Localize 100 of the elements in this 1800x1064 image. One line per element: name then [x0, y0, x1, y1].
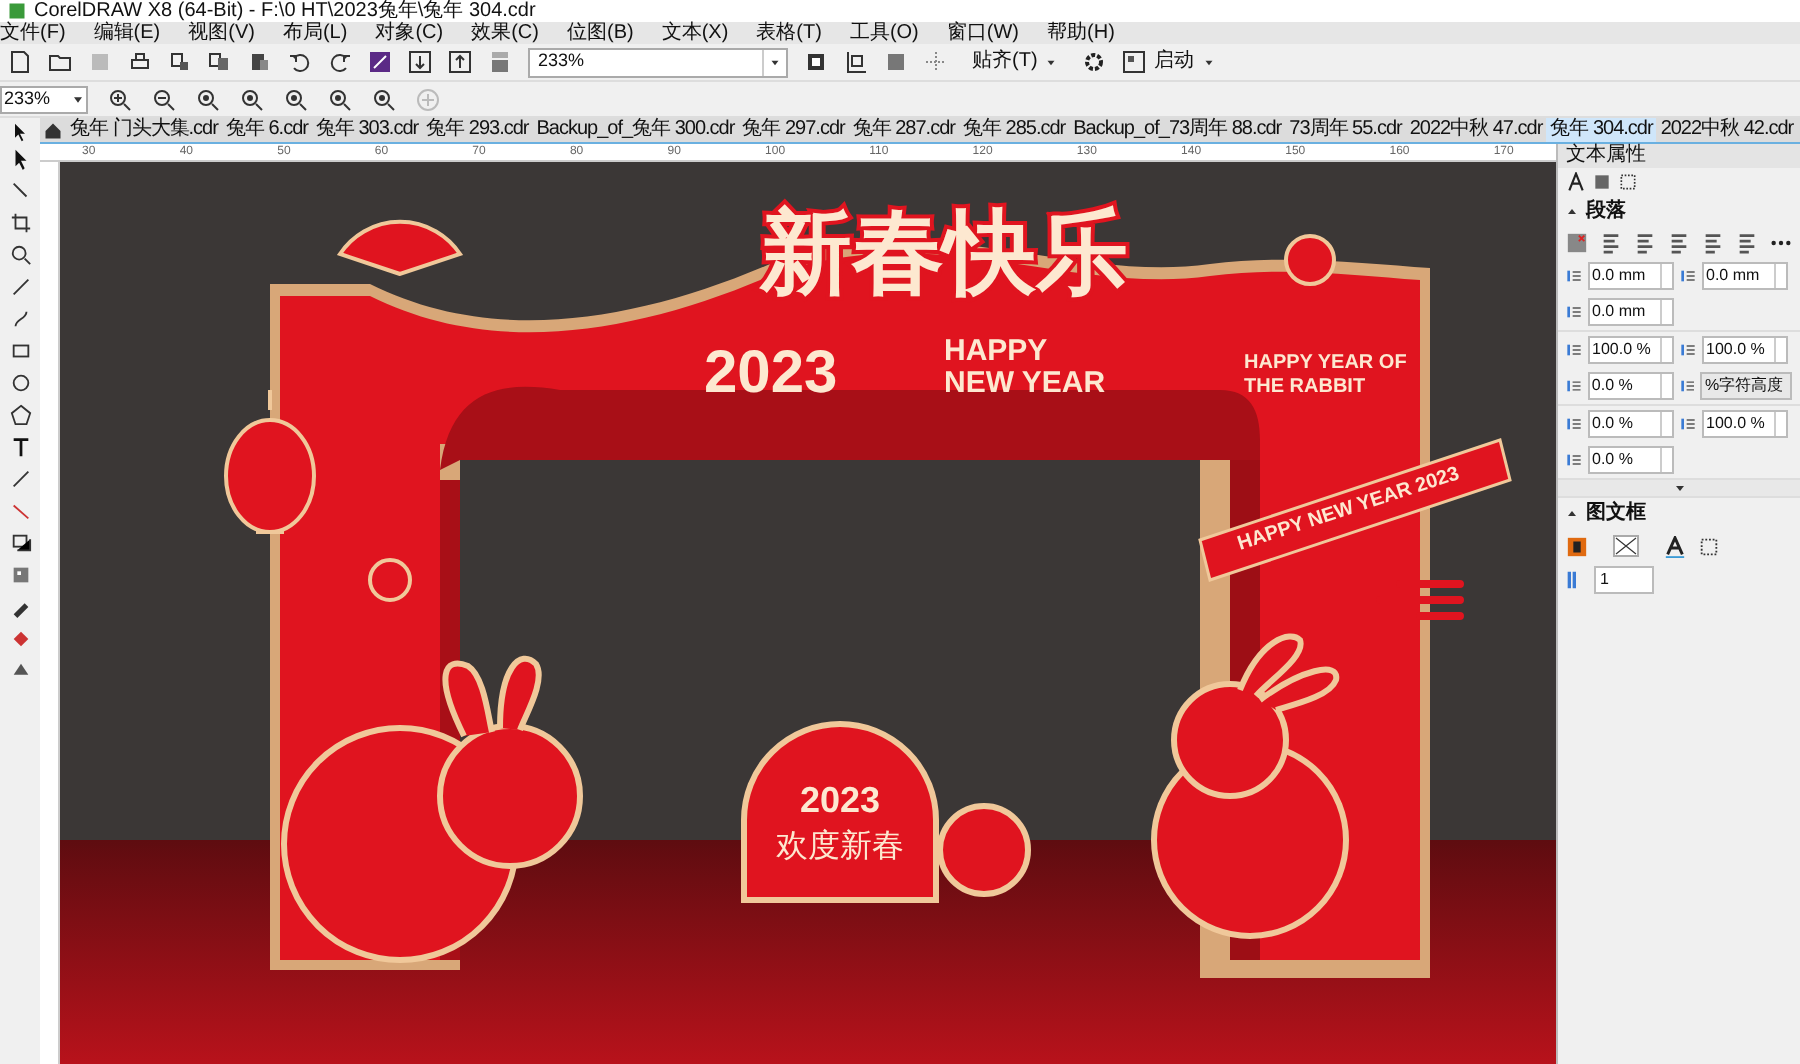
spin-field[interactable]: 0.0 mm [1588, 262, 1674, 290]
frame-size-icon[interactable] [1698, 535, 1720, 557]
menu-item[interactable]: 帮助(H) [1047, 23, 1115, 43]
print-icon[interactable] [128, 50, 152, 74]
columns-field[interactable]: 1 [1594, 566, 1654, 594]
unit-dropdown[interactable]: %字符高度 [1700, 372, 1792, 400]
spacing-icon[interactable] [1680, 416, 1696, 432]
spin-field[interactable]: 100.0 % [1702, 336, 1788, 364]
collapse-arrow-icon[interactable] [1566, 206, 1578, 218]
app-icon[interactable] [8, 2, 26, 20]
caret-icon[interactable] [1201, 55, 1216, 69]
polygon-tool-icon[interactable] [9, 404, 31, 426]
undo-icon[interactable] [288, 50, 312, 74]
spacing-icon[interactable] [1679, 378, 1695, 394]
spacing-icon[interactable] [1680, 342, 1696, 358]
rulers-icon[interactable] [844, 50, 868, 74]
spacing-icon[interactable] [1566, 268, 1582, 284]
redo-icon[interactable] [328, 50, 352, 74]
spacing-icon[interactable] [1566, 416, 1582, 432]
justify-icon[interactable] [1702, 232, 1724, 254]
menu-item[interactable]: 文件(F) [0, 23, 66, 43]
document-tab[interactable]: 兔年 6.cdr [221, 118, 312, 142]
shape-tool-icon[interactable] [9, 180, 31, 202]
no-alignment-icon[interactable] [1566, 232, 1588, 254]
document-tab[interactable]: 兔年 门头大集.cdr [66, 118, 222, 142]
window-icon[interactable] [1121, 50, 1146, 74]
spin-field[interactable]: 100.0 % [1702, 410, 1788, 438]
zoom-height-icon[interactable] [372, 87, 396, 111]
document-tab[interactable]: 兔年 287.cdr [848, 118, 959, 142]
zoom-page-icon[interactable] [284, 87, 308, 111]
spin-field[interactable]: 100.0 % [1588, 336, 1674, 364]
import-icon[interactable] [168, 50, 192, 74]
spacing-icon[interactable] [1566, 342, 1582, 358]
guidelines-icon[interactable] [924, 50, 948, 74]
freehand-tool-icon[interactable] [9, 276, 31, 298]
menu-item[interactable]: 工具(O) [849, 23, 919, 43]
zoom-width-icon[interactable] [328, 87, 352, 111]
zoom-in-icon[interactable] [108, 87, 132, 111]
document-tab[interactable]: 兔年 297.cdr [738, 118, 849, 142]
document-tab[interactable]: 兔年 303.cdr [311, 118, 423, 142]
text-direction-icon[interactable] [1664, 535, 1686, 557]
spin-field[interactable]: 0.0 % [1588, 446, 1674, 474]
menu-item[interactable]: 编辑(E) [93, 23, 161, 43]
artistic-media-icon[interactable] [9, 308, 31, 330]
menu-item[interactable]: 文本(X) [661, 23, 729, 43]
spacing-icon[interactable] [1566, 378, 1582, 394]
paste-icon[interactable] [248, 50, 272, 74]
menu-item[interactable]: 视图(V) [188, 23, 255, 43]
caret-icon[interactable] [768, 55, 782, 69]
document-tab[interactable]: 兔年 285.cdr [958, 118, 1070, 142]
home-icon[interactable] [44, 121, 62, 139]
document-tab[interactable]: 兔年 304.cdr [1546, 118, 1657, 142]
menu-item[interactable]: 对象(C) [375, 23, 444, 43]
copy-icon[interactable] [208, 50, 232, 74]
character-tab-icon[interactable] [1566, 172, 1586, 192]
collapse-arrow-icon[interactable] [1566, 508, 1578, 520]
align-center-icon[interactable] [1634, 232, 1656, 254]
spacing-icon[interactable] [1566, 304, 1582, 320]
document-tab[interactable]: Backup_of_73周年 88.cdr [1069, 118, 1286, 142]
pointer-icon[interactable] [10, 121, 30, 141]
spin-field[interactable]: 0.0 mm [1588, 298, 1674, 326]
settings-icon[interactable] [1081, 50, 1106, 74]
text-tool-icon[interactable] [9, 436, 31, 458]
spacing-icon[interactable] [1680, 268, 1696, 284]
document-tab[interactable]: 兔年 293.cdr [422, 118, 533, 142]
frame-tab-icon[interactable] [1618, 172, 1638, 192]
menu-item[interactable]: 窗口(W) [946, 23, 1020, 43]
crop-tool-icon[interactable] [9, 212, 31, 234]
align-right-icon[interactable] [1668, 232, 1690, 254]
launch-dropdown[interactable]: 启动 [1121, 50, 1216, 74]
menu-item[interactable]: 效果(C) [471, 23, 539, 43]
caret-icon[interactable] [1043, 55, 1058, 69]
zoom-tool-icon[interactable] [9, 244, 31, 266]
document-tab[interactable]: 2022中秋 47.cdr [1405, 118, 1547, 142]
expand-arrow-icon[interactable] [1673, 482, 1685, 494]
ellipse-tool-icon[interactable] [9, 372, 31, 394]
document-tab[interactable]: Backup_of_兔年 300.cdr [532, 118, 739, 142]
new-document-icon[interactable] [8, 50, 32, 74]
force-justify-icon[interactable] [1736, 232, 1758, 254]
zoom-selected-icon[interactable] [196, 87, 220, 111]
zoom-out-icon[interactable] [152, 87, 176, 111]
document-tab[interactable]: 73周年 55.cdr [1285, 118, 1406, 142]
line-tool-icon[interactable] [9, 468, 31, 490]
caret-icon[interactable] [70, 91, 86, 107]
align-left-icon[interactable] [1600, 232, 1622, 254]
zoom-dropdown[interactable]: 233% [528, 47, 788, 77]
menu-item[interactable]: 布局(L) [282, 23, 348, 43]
connector-tool-icon[interactable] [9, 500, 31, 522]
zoom-dropdown[interactable]: 233% [0, 85, 88, 113]
zoom-all-icon[interactable] [240, 87, 264, 111]
spacing-icon[interactable] [1566, 452, 1582, 468]
folder-icon[interactable] [48, 50, 72, 74]
spin-field[interactable]: 0.0 mm [1702, 262, 1788, 290]
menu-item[interactable]: 表格(T) [756, 23, 822, 43]
spin-field[interactable]: 0.0 % [1587, 372, 1674, 400]
drop-shadow-icon[interactable] [9, 532, 31, 554]
background-color-icon[interactable] [1566, 535, 1588, 557]
menu-item[interactable]: 位图(B) [566, 23, 634, 43]
rectangle-tool-icon[interactable] [9, 340, 31, 362]
snap-to-dropdown[interactable]: 贴齐(T) [964, 52, 1066, 72]
